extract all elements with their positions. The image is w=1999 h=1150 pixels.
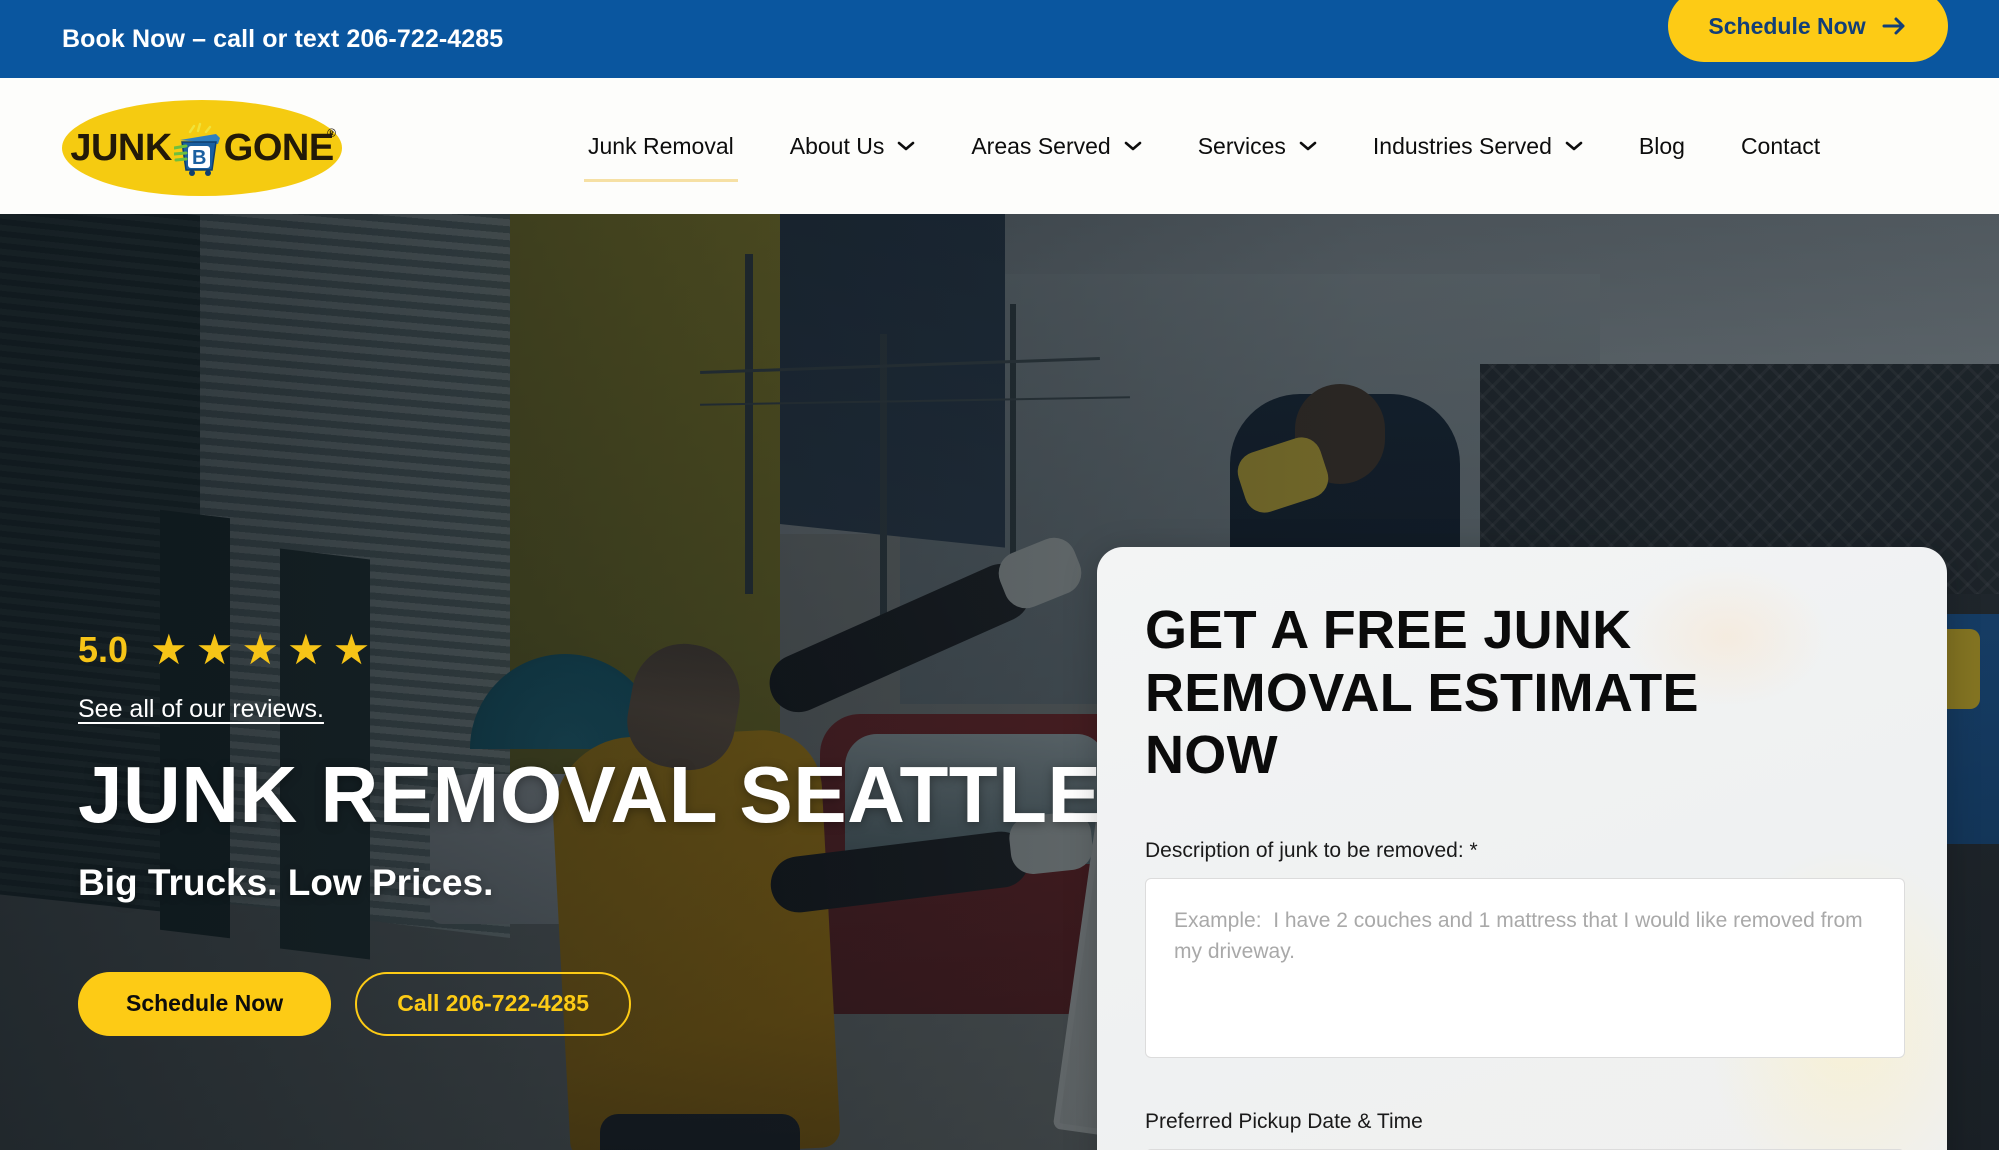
chevron-down-icon: [1299, 140, 1317, 152]
nav-label-industries-served: Industries Served: [1372, 132, 1552, 159]
nav-menu: Junk Removal About Us Areas Served Servi…: [560, 78, 1848, 214]
nav-item-areas-served[interactable]: Areas Served: [943, 78, 1169, 214]
star-icon: ★: [287, 626, 325, 673]
topbar-schedule-now-button[interactable]: Schedule Now: [1668, 0, 1948, 62]
see-all-reviews-link[interactable]: See all of our reviews.: [78, 695, 324, 724]
hero-section: 5.0 ★ ★ ★ ★ ★ See all of our reviews. JU…: [0, 214, 1999, 1150]
topbar-phone-message: Book Now – call or text 206-722-4285: [62, 24, 504, 53]
logo-wordmark: JUNK B GONE: [62, 100, 342, 196]
nav-label-services: Services: [1197, 132, 1286, 159]
nav-item-junk-removal[interactable]: Junk Removal: [560, 78, 762, 214]
star-icon: ★: [332, 626, 371, 673]
top-utility-bar: Book Now – call or text 206-722-4285 Sch…: [0, 0, 1999, 78]
dumpster-icon: B: [172, 120, 222, 176]
estimate-form-title: GET A FREE JUNK REMOVAL ESTIMATE NOW: [1145, 600, 1699, 786]
junk-description-textarea[interactable]: [1145, 877, 1905, 1058]
nav-item-industries-served[interactable]: Industries Served: [1345, 78, 1611, 214]
chevron-down-icon: [1124, 140, 1142, 152]
hero-content: 5.0 ★ ★ ★ ★ ★ See all of our reviews. JU…: [78, 629, 1102, 1036]
hero-schedule-now-button[interactable]: Schedule Now: [78, 971, 332, 1036]
field-junk-description: Description of junk to be removed: *: [1145, 838, 1905, 1058]
nav-label-blog: Blog: [1638, 132, 1685, 159]
estimate-form-card: GET A FREE JUNK REMOVAL ESTIMATE NOW Des…: [1097, 547, 1947, 1150]
label-preferred-pickup: Preferred Pickup Date & Time: [1145, 1109, 1423, 1133]
nav-item-blog[interactable]: Blog: [1611, 78, 1713, 214]
star-icon: ★: [195, 626, 234, 673]
field-preferred-pickup: Preferred Pickup Date & Time: [1145, 1109, 1905, 1150]
nav-label-about-us: About Us: [789, 132, 885, 159]
star-icon: ★: [241, 626, 280, 673]
topbar-schedule-now-label: Schedule Now: [1708, 12, 1866, 39]
hero-call-button[interactable]: Call 206-722-4285: [355, 971, 632, 1036]
chevron-down-icon: [1565, 140, 1583, 152]
logo-word-gone: GONE: [223, 126, 334, 169]
hero-title: JUNK REMOVAL SEATTLE: [78, 750, 1102, 839]
main-navigation-bar: JUNK B GONE ® Junk Removal About Us Area…: [0, 78, 1999, 214]
site-logo[interactable]: JUNK B GONE ®: [62, 100, 342, 196]
logo-word-junk: JUNK: [70, 126, 172, 169]
chevron-down-icon: [897, 140, 915, 152]
arrow-right-icon: [1882, 16, 1908, 36]
star-rating: ★ ★ ★ ★ ★: [150, 629, 370, 671]
rating-score: 5.0: [78, 629, 129, 670]
star-icon: ★: [150, 626, 188, 673]
hero-subtitle: Big Trucks. Low Prices.: [78, 861, 494, 903]
nav-label-junk-removal: Junk Removal: [588, 132, 734, 159]
label-junk-description: Description of junk to be removed: *: [1145, 838, 1478, 862]
rating-row: 5.0 ★ ★ ★ ★ ★: [78, 629, 1078, 671]
hero-button-group: Schedule Now Call 206-722-4285: [78, 971, 1078, 1036]
nav-label-contact: Contact: [1740, 132, 1821, 159]
nav-item-about-us[interactable]: About Us: [762, 78, 944, 214]
nav-label-areas-served: Areas Served: [971, 132, 1111, 159]
svg-text:B: B: [192, 147, 206, 169]
page-root: Book Now – call or text 206-722-4285 Sch…: [0, 0, 1999, 1150]
nav-item-contact[interactable]: Contact: [1713, 78, 1848, 214]
nav-item-services[interactable]: Services: [1170, 78, 1345, 214]
